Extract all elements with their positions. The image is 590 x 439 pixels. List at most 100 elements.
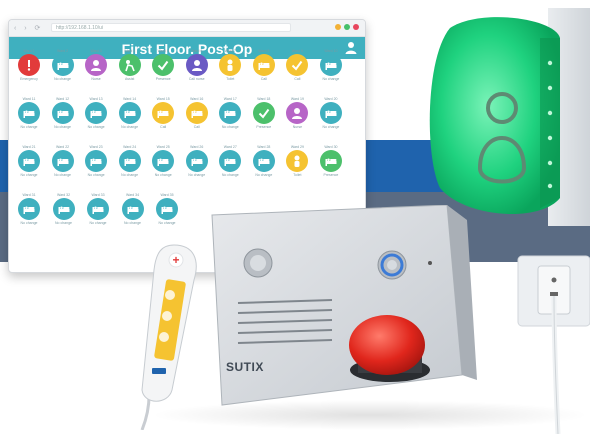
browser-nav-icons[interactable]: ‹ › ⟳ [14, 24, 43, 32]
ward-status: Presence [256, 125, 272, 129]
bed-icon[interactable] [152, 150, 175, 172]
bed-icon[interactable] [52, 198, 75, 220]
bed-icon[interactable] [51, 150, 74, 172]
bed-icon[interactable] [152, 102, 175, 124]
ward-tile[interactable]: Ward 1 Emergency [14, 48, 44, 96]
ward-tile[interactable]: Ward 14 No change [115, 96, 145, 144]
bed-icon[interactable] [51, 54, 74, 76]
ward-tile[interactable]: Ward 8 Call [249, 48, 279, 96]
alert-icon[interactable] [18, 54, 40, 76]
person-icon[interactable] [286, 150, 309, 172]
ward-status: No change [55, 221, 72, 225]
bed-icon[interactable] [252, 54, 275, 76]
bed-icon[interactable] [121, 198, 144, 220]
bed-icon[interactable] [319, 150, 342, 172]
ward-tile[interactable]: Ward 33 No change [83, 192, 113, 240]
check-icon[interactable] [252, 102, 275, 124]
ward-tile[interactable]: Ward 16 Call [182, 96, 212, 144]
ward-tile[interactable]: Ward 20 No change [316, 96, 346, 144]
ward-status: Assist [124, 77, 135, 81]
ward-status: No change [20, 221, 38, 225]
ward-tile[interactable]: Ward 24 No change [115, 144, 145, 192]
bed-icon[interactable] [118, 102, 141, 124]
assist-icon[interactable] [118, 54, 141, 76]
bed-icon[interactable] [51, 102, 74, 124]
bed-icon[interactable] [87, 198, 109, 220]
check-icon[interactable] [286, 54, 309, 76]
ward-tile[interactable]: Ward 17 No change [215, 96, 245, 144]
address-bar[interactable]: http://192.168.1.10/ui [51, 23, 291, 32]
ward-tile[interactable]: Ward 19 Nurse [282, 96, 312, 144]
maximize-dot-icon[interactable] [344, 24, 350, 30]
nurse-icon[interactable] [85, 54, 108, 76]
ward-status: No change [20, 125, 38, 129]
ward-tile[interactable]: Ward 15 Call [148, 96, 178, 144]
ward-status: No change [54, 125, 72, 129]
ward-tile[interactable]: Ward 2 No change [48, 48, 78, 96]
ward-status: Nurse [292, 125, 303, 129]
ward-tile[interactable]: Ward 21 No change [14, 144, 44, 192]
ward-tile[interactable]: Ward 35 No change [152, 192, 182, 240]
call-point-panel [192, 204, 482, 415]
wall-pull-switch[interactable] [510, 250, 590, 435]
ward-status: Call [294, 77, 301, 81]
bed-icon[interactable] [319, 54, 342, 76]
ward-status: Call nurse [188, 77, 205, 81]
ward-status: No change [89, 221, 107, 225]
ward-tile[interactable]: Ward 30 Presence [316, 144, 346, 192]
bed-icon[interactable] [319, 102, 342, 124]
person-icon[interactable] [219, 54, 242, 76]
ward-status: No change [322, 125, 340, 129]
bed-icon[interactable] [85, 150, 108, 172]
ward-status: No change [154, 173, 172, 177]
svg-text:+: + [172, 253, 179, 267]
bed-icon[interactable] [18, 150, 40, 172]
bed-icon[interactable] [219, 102, 242, 124]
ward-status: No change [87, 173, 105, 177]
ward-tile[interactable]: Ward 26 No change [182, 144, 212, 192]
bed-icon[interactable] [85, 102, 108, 124]
ward-status: No change [221, 173, 239, 177]
ward-tile[interactable]: Ward 27 No change [215, 144, 245, 192]
ward-tile[interactable]: Ward 6 Call nurse [182, 48, 212, 96]
ward-tile[interactable]: Ward 18 Presence [249, 96, 279, 144]
bed-icon[interactable] [118, 150, 141, 172]
bed-icon[interactable] [18, 102, 40, 124]
ward-tile[interactable]: Ward 22 No change [48, 144, 78, 192]
ward-tile[interactable]: Ward 10 No change [316, 48, 346, 96]
ward-status: No change [221, 125, 239, 129]
ward-status: No change [124, 221, 141, 225]
bed-icon[interactable] [185, 102, 208, 124]
bed-icon[interactable] [219, 150, 242, 172]
bed-icon[interactable] [18, 198, 40, 220]
ward-tile[interactable]: Ward 12 No change [48, 96, 78, 144]
ward-tile[interactable]: Ward 23 No change [81, 144, 111, 192]
window-controls [335, 24, 359, 30]
ward-tile[interactable]: Ward 32 No change [49, 192, 79, 240]
nurse-icon[interactable] [185, 54, 208, 76]
ward-status: No change [54, 173, 72, 177]
ward-tile[interactable]: Ward 9 Call [282, 48, 312, 96]
bed-icon[interactable] [185, 150, 208, 172]
ward-tile[interactable]: Ward 34 No change [118, 192, 148, 240]
ward-tile[interactable]: Ward 4 Assist [115, 48, 145, 96]
ward-tile[interactable]: Ward 31 No change [14, 192, 44, 240]
ward-tile[interactable]: Ward 28 No change [249, 144, 279, 192]
user-icon[interactable] [345, 41, 357, 54]
ward-tile[interactable]: Ward 11 No change [14, 96, 44, 144]
ward-tile[interactable]: Ward 29 Toilet [282, 144, 312, 192]
ward-status: Nurse [91, 77, 101, 81]
ward-status: No change [188, 173, 206, 177]
minimize-dot-icon[interactable] [335, 24, 341, 30]
check-icon[interactable] [152, 54, 175, 76]
close-dot-icon[interactable] [353, 24, 359, 30]
bed-icon[interactable] [252, 150, 275, 172]
ward-tile[interactable]: Ward 13 No change [81, 96, 111, 144]
ward-status: Call [193, 125, 200, 129]
ward-tile[interactable]: Ward 7 Toilet [215, 48, 245, 96]
ward-tile[interactable]: Ward 25 No change [148, 144, 178, 192]
bed-icon[interactable] [156, 198, 178, 220]
ward-tile[interactable]: Ward 3 Nurse [81, 48, 111, 96]
nurse-icon[interactable] [286, 102, 309, 124]
ward-tile[interactable]: Ward 5 Presence [148, 48, 178, 96]
